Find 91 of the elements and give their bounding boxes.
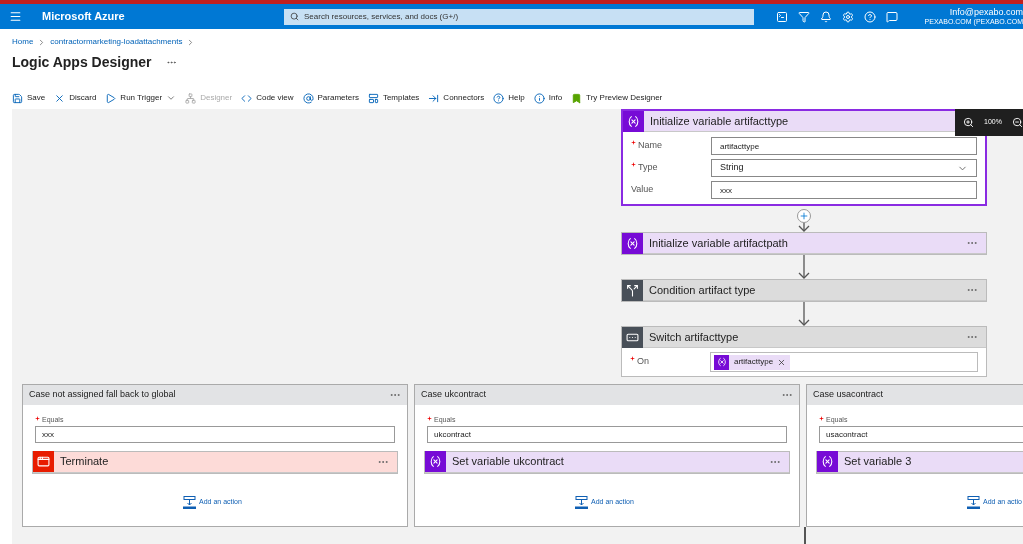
zoom-out-icon[interactable] [1011, 117, 1023, 128]
input-field[interactable]: artifacttype [711, 137, 977, 155]
toolbar-button[interactable]: Save [12, 92, 46, 104]
action-card[interactable]: Set variable 3 [817, 451, 1023, 473]
token-chip[interactable]: artifacttype [714, 354, 791, 370]
action-card[interactable]: Terminate [33, 451, 397, 473]
zoom-in-icon[interactable] [963, 117, 974, 128]
close-icon[interactable] [777, 357, 787, 367]
action-title: Initialize variable artifacttype [650, 113, 789, 129]
toolbar-button[interactable]: Discard [54, 92, 97, 104]
filter-icon[interactable] [798, 10, 810, 23]
toolbar-button[interactable]: Parameters [302, 92, 359, 104]
card-header[interactable]: Switch artifacttype [622, 327, 986, 348]
field-label: Value [631, 183, 654, 197]
field-label: On [637, 355, 649, 369]
input-field[interactable]: ukcontract [427, 425, 787, 443]
user-email[interactable]: Info@pexabo.com [949, 6, 1023, 17]
brand-name[interactable]: Microsoft Azure [42, 8, 242, 25]
terminal-icon[interactable] [776, 10, 788, 23]
action-card[interactable]: Set variable ukcontract [425, 451, 789, 473]
feedback-icon[interactable] [886, 10, 898, 23]
chevron-down-icon [166, 93, 177, 103]
required-icon [35, 416, 40, 421]
case-header[interactable]: Case not assigned fall back to global [23, 385, 407, 405]
toolbar-button[interactable]: Try Preview Designer [571, 92, 663, 104]
action-title: Set variable ukcontract [452, 454, 564, 470]
help-icon[interactable] [864, 10, 876, 23]
required-icon [631, 162, 636, 168]
connectors-icon [428, 92, 440, 104]
action-title: Terminate [60, 454, 109, 470]
bookmark-icon [571, 92, 583, 104]
plus-icon [799, 211, 809, 221]
toolbar-button[interactable]: Connectors [428, 92, 485, 104]
action-title: Switch artifacttype [649, 329, 739, 345]
add-action-icon [967, 495, 980, 509]
variable-icon [716, 357, 727, 367]
action-card[interactable]: Initialize variable artifactpath [622, 233, 986, 254]
input-field[interactable]: usacontract [819, 425, 1023, 443]
input-field[interactable]: artifacttype [710, 352, 978, 372]
run-icon [105, 92, 117, 104]
bell-icon[interactable] [820, 10, 832, 23]
action-title: Set variable 3 [844, 454, 912, 470]
toolbar-button[interactable]: Run Trigger [105, 92, 177, 104]
toolbar-button[interactable]: Templates [367, 92, 420, 104]
settings-icon[interactable] [842, 10, 854, 23]
action-title: Initialize variable artifactpath [649, 235, 788, 251]
add-action-icon [575, 495, 588, 509]
case-title: Case not assigned fall back to global [29, 388, 177, 402]
required-icon [631, 140, 636, 146]
window-close-icon [37, 455, 50, 468]
help-icon [493, 92, 505, 104]
case-header[interactable]: Case usacontract [807, 385, 1023, 405]
action-card[interactable]: Switch artifacttype On artifacttype [621, 326, 987, 377]
variable-icon [429, 455, 442, 468]
arrow-connector [798, 255, 810, 279]
required-icon [427, 416, 432, 421]
templates-icon [367, 92, 379, 104]
case-header[interactable]: Case ukcontract [415, 385, 799, 405]
variable-icon [627, 114, 640, 128]
code-icon [241, 92, 253, 104]
discard-icon [54, 92, 66, 104]
toolbar-button[interactable]: Info [533, 92, 563, 104]
input-field[interactable]: xxx [35, 425, 395, 443]
search-field[interactable]: Search resources, services, and docs (G+/) [284, 8, 754, 25]
breadcrumb-link[interactable]: contractormarketing-loadattachments [50, 36, 183, 48]
action-title: Condition artifact type [649, 282, 756, 298]
breadcrumb-link[interactable]: Home [12, 36, 34, 48]
case-title: Case ukcontract [421, 388, 488, 402]
search-icon [290, 12, 299, 21]
designer-icon [185, 92, 197, 104]
add-action-icon [183, 495, 196, 509]
menu-icon[interactable] [9, 10, 22, 23]
case-title: Case usacontract [813, 388, 885, 402]
field-label: Type [638, 161, 658, 175]
insert-step-button[interactable] [797, 209, 811, 223]
toolbar-button[interactable]: Help [493, 92, 525, 104]
toolbar-button[interactable]: Code view [241, 92, 294, 104]
info-icon [533, 92, 545, 104]
input-field[interactable]: xxx [711, 181, 977, 199]
parameters-icon [302, 92, 314, 104]
action-card[interactable]: Condition artifact type [622, 280, 986, 301]
required-icon [630, 356, 635, 362]
field-label: Name [638, 139, 662, 153]
variable-icon [821, 455, 834, 468]
variable-icon [626, 236, 639, 250]
required-icon [819, 416, 824, 421]
page-title: Logic Apps Designer [12, 53, 152, 72]
type-dropdown[interactable]: String [711, 159, 977, 177]
split-icon [626, 283, 639, 297]
arrow-connector [798, 302, 810, 326]
save-icon [12, 92, 23, 104]
